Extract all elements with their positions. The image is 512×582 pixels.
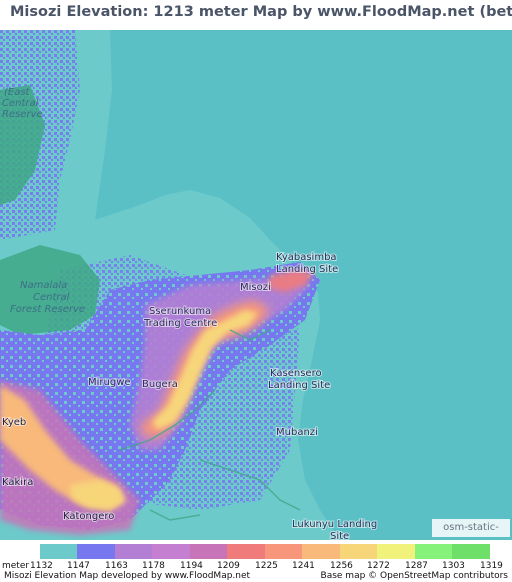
legend-tick-9: 1272 (367, 561, 390, 571)
legend-swatch-3 (152, 544, 190, 559)
legend-tick-3: 1178 (142, 561, 165, 571)
label-bugera: Bugera (142, 379, 178, 390)
osm-static-maps-badge: osm-static-maps (432, 519, 510, 551)
legend-tick-7: 1241 (292, 561, 315, 571)
legend-swatch-6 (265, 544, 303, 559)
legend-tick-8: 1256 (330, 561, 353, 571)
label-mubanzi: Mubanzi (276, 427, 318, 438)
legend-tick-0: 1132 (30, 561, 53, 571)
legend-tick-4: 1194 (180, 561, 203, 571)
legend-swatch-2 (115, 544, 153, 559)
label-mirugwe: Mirugwe (88, 377, 131, 388)
label-sserunkuma: Sserunkuma Trading Centre (143, 306, 217, 329)
page-title: Misozi Elevation: 1213 meter Map by www.… (10, 4, 512, 20)
label-kakira: Kakira (2, 477, 33, 488)
legend-tick-6: 1225 (255, 561, 278, 571)
legend-swatch-4 (190, 544, 228, 559)
legend-tick-5: 1209 (217, 561, 240, 571)
legend-tick-11: 1303 (442, 561, 465, 571)
footer-credit: Misozi Elevation Map developed by www.Fl… (4, 571, 251, 581)
elevation-legend: meter 1132 1147 1163 1178 1194 1209 1225… (0, 540, 512, 582)
label-kyeb: Kyeb (2, 417, 26, 428)
legend-swatch-5 (227, 544, 265, 559)
legend-tick-12: 1319 (480, 561, 503, 571)
label-kasensero: Kasensero Landing Site (268, 368, 330, 391)
label-misozi: Misozi (240, 282, 271, 293)
label-kyabasimba: Kyabasimba Landing Site (276, 252, 338, 275)
legend-swatch-8 (340, 544, 378, 559)
title-bar: Misozi Elevation: 1213 meter Map by www.… (0, 0, 512, 30)
legend-swatch-1 (77, 544, 115, 559)
legend-unit-label: meter (2, 561, 30, 571)
legend-swatch-11 (452, 544, 490, 559)
legend-tick-10: 1287 (405, 561, 428, 571)
footer-attribution: Base map © OpenStreetMap contributors (320, 571, 508, 581)
legend-swatch-7 (302, 544, 340, 559)
legend-tick-1: 1147 (67, 561, 90, 571)
legend-tick-2: 1163 (105, 561, 128, 571)
legend-swatch-0 (40, 544, 78, 559)
elevation-map[interactable]: Kyabasimba Landing Site Misozi Sserunkuma… (0, 30, 512, 540)
label-katongero: Katongero (63, 511, 114, 522)
legend-swatch-9 (377, 544, 415, 559)
legend-swatch-10 (415, 544, 453, 559)
